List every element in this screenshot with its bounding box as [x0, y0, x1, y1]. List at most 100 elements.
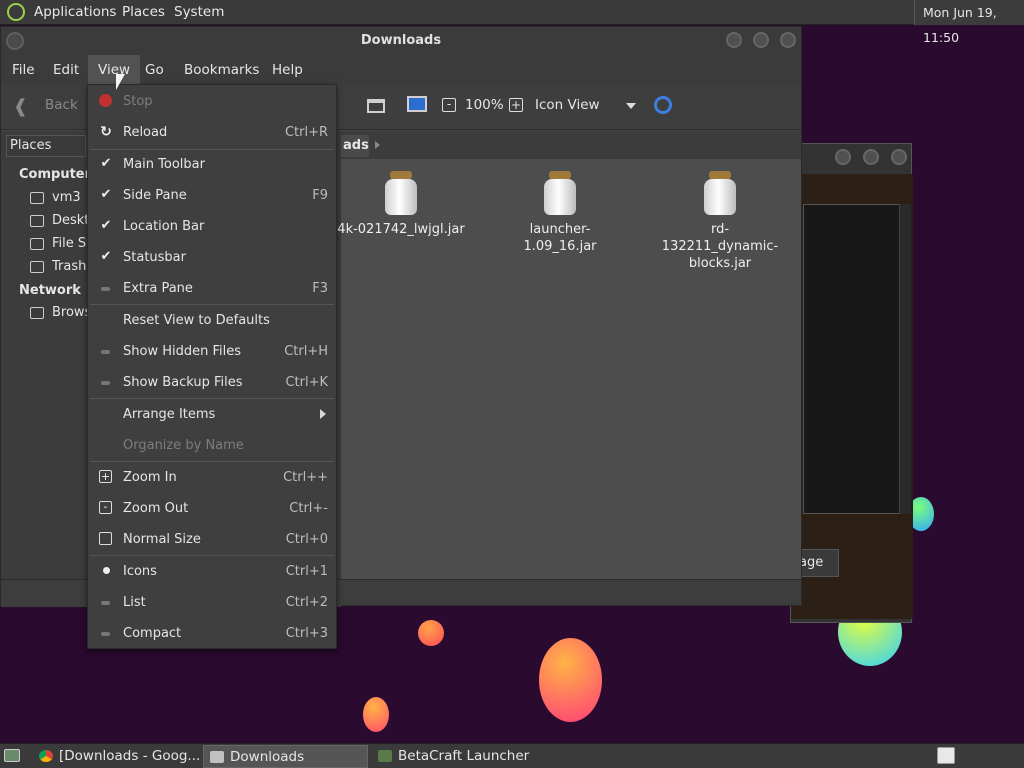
- text-panel: [803, 204, 903, 514]
- radio-unselected-icon: [101, 601, 110, 605]
- menu-item-normal-size[interactable]: Normal Size Ctrl+0: [88, 525, 336, 555]
- stop-icon: [99, 94, 113, 108]
- folder-icon: [210, 751, 224, 763]
- menu-item-icons[interactable]: Icons Ctrl+1: [88, 557, 336, 587]
- show-desktop-icon[interactable]: [4, 749, 20, 762]
- menu-item-main-toolbar[interactable]: ✔ Main Toolbar: [88, 150, 336, 180]
- check-icon: ✔: [100, 187, 112, 202]
- radio-unselected-icon: [101, 632, 110, 636]
- jar-file-icon: [385, 171, 417, 215]
- menu-item-zoom-out[interactable]: - Zoom Out Ctrl+-: [88, 494, 336, 524]
- workspace-switcher-icon[interactable]: [937, 747, 955, 764]
- scrollbar[interactable]: [899, 204, 911, 514]
- back-button-label[interactable]: Back: [45, 97, 78, 113]
- back-arrow-icon[interactable]: ❰: [13, 98, 28, 116]
- menu-separator: [90, 555, 334, 556]
- file-icon-view[interactable]: 4k-021742_lwjgl.jar launcher-1.09_16.jar…: [337, 159, 801, 579]
- file-name: 4k-021742_lwjgl.jar: [337, 222, 465, 237]
- menu-bookmarks[interactable]: Bookmarks: [174, 55, 269, 85]
- zoom-in-icon: +: [99, 470, 112, 483]
- menu-item-list[interactable]: List Ctrl+2: [88, 588, 336, 618]
- reload-icon: ↻: [100, 124, 112, 140]
- side-pane-selector[interactable]: Places: [6, 135, 86, 157]
- top-panel: Applications Places System Mon Jun 19, 1…: [0, 0, 1024, 45]
- menu-view[interactable]: View: [88, 55, 141, 85]
- menu-item-extra-pane[interactable]: Extra Pane F3: [88, 274, 336, 304]
- file-item[interactable]: rd-132211_dynamic-blocks.jar: [655, 171, 785, 271]
- menu-item-statusbar[interactable]: ✔ Statusbar: [88, 243, 336, 273]
- unchecked-icon: [101, 287, 110, 291]
- minimize-button[interactable]: [835, 149, 851, 165]
- check-icon: ✔: [100, 156, 112, 171]
- window-title: Downloads: [360, 33, 442, 48]
- menu-item-show-hidden-files[interactable]: Show Hidden Files Ctrl+H: [88, 337, 336, 367]
- titlebar[interactable]: Downloads: [1, 27, 801, 55]
- unchecked-icon: [101, 381, 110, 385]
- menu-item-reload[interactable]: ↻ Reload Ctrl+R: [88, 118, 336, 148]
- chevron-down-icon[interactable]: [626, 103, 636, 109]
- category-computer: Computer: [19, 167, 92, 182]
- clock[interactable]: Mon Jun 19, 11:50: [914, 0, 1024, 45]
- zoom-out-icon[interactable]: -: [442, 98, 456, 112]
- places-menu[interactable]: Places: [122, 4, 165, 20]
- betacraft-window[interactable]: age: [790, 143, 913, 623]
- minimize-button[interactable]: [726, 32, 742, 48]
- task-betacraft[interactable]: BetaCraft Launcher ...: [372, 745, 542, 768]
- sidebar-item-vm3[interactable]: vm3: [52, 190, 81, 205]
- filesystem-icon: [30, 238, 44, 250]
- radio-selected-icon: [99, 564, 113, 578]
- desktop-blob: [539, 638, 602, 722]
- menu-separator: [90, 398, 334, 399]
- chevron-right-icon[interactable]: [375, 141, 380, 149]
- close-button[interactable]: [891, 149, 907, 165]
- betacraft-icon: [378, 750, 392, 762]
- sidebar-item-trash[interactable]: Trash: [52, 259, 86, 274]
- maximize-button[interactable]: [753, 32, 769, 48]
- desktop-icon: [30, 215, 44, 227]
- menu-item-compact[interactable]: Compact Ctrl+3: [88, 619, 336, 649]
- computer-icon[interactable]: [407, 96, 427, 112]
- system-menu[interactable]: System: [174, 4, 224, 20]
- unchecked-icon: [101, 350, 110, 354]
- zoom-level: 100%: [465, 97, 504, 113]
- menu-item-arrange-items[interactable]: Arrange Items: [88, 400, 336, 430]
- zoom-out-icon: -: [99, 501, 113, 515]
- zoom-in-icon[interactable]: +: [509, 98, 523, 112]
- menu-go[interactable]: Go: [135, 55, 174, 85]
- menu-edit[interactable]: Edit: [43, 55, 89, 85]
- menu-item-side-pane[interactable]: ✔ Side Pane F9: [88, 181, 336, 211]
- jar-file-icon: [544, 171, 576, 215]
- menu-separator: [90, 304, 334, 305]
- menu-file[interactable]: File: [2, 55, 45, 85]
- launch-button-label: age: [799, 555, 824, 570]
- file-item[interactable]: launcher-1.09_16.jar: [495, 171, 625, 261]
- taskbar: [Downloads - Goog... Downloads BetaCraft…: [0, 743, 1024, 768]
- view-mode-select[interactable]: Icon View: [535, 97, 600, 113]
- task-downloads[interactable]: Downloads: [203, 745, 368, 768]
- submenu-arrow-icon: [320, 409, 326, 419]
- sidebar-item-browse-network[interactable]: Brows: [52, 305, 91, 320]
- jar-file-icon: [704, 171, 736, 215]
- trash-icon: [30, 261, 44, 273]
- desktop-blob: [363, 697, 389, 732]
- applications-menu[interactable]: Applications: [34, 4, 116, 20]
- menu-item-organize-by-name: Organize by Name: [123, 438, 244, 453]
- menu-item-location-bar[interactable]: ✔ Location Bar: [88, 212, 336, 242]
- file-name: rd-132211_dynamic-blocks.jar: [661, 222, 779, 271]
- menu-item-reset-view[interactable]: Reset View to Defaults: [88, 306, 336, 336]
- menu-help[interactable]: Help: [262, 55, 313, 85]
- mouse-cursor-icon: [116, 74, 125, 90]
- file-item[interactable]: 4k-021742_lwjgl.jar: [336, 171, 466, 261]
- distro-logo-icon[interactable]: [7, 3, 25, 21]
- task-chrome-downloads[interactable]: [Downloads - Goog...: [33, 745, 203, 768]
- close-button[interactable]: [780, 32, 796, 48]
- chrome-icon: [39, 750, 53, 762]
- menu-item-show-backup-files[interactable]: Show Backup Files Ctrl+K: [88, 368, 336, 398]
- home-icon[interactable]: [367, 99, 385, 113]
- search-icon[interactable]: [654, 96, 672, 114]
- breadcrumb-downloads[interactable]: ads: [341, 135, 369, 157]
- maximize-button[interactable]: [863, 149, 879, 165]
- menu-item-zoom-in[interactable]: + Zoom In Ctrl++: [88, 463, 336, 493]
- location-bar: ads: [341, 131, 801, 159]
- check-icon: ✔: [100, 218, 112, 233]
